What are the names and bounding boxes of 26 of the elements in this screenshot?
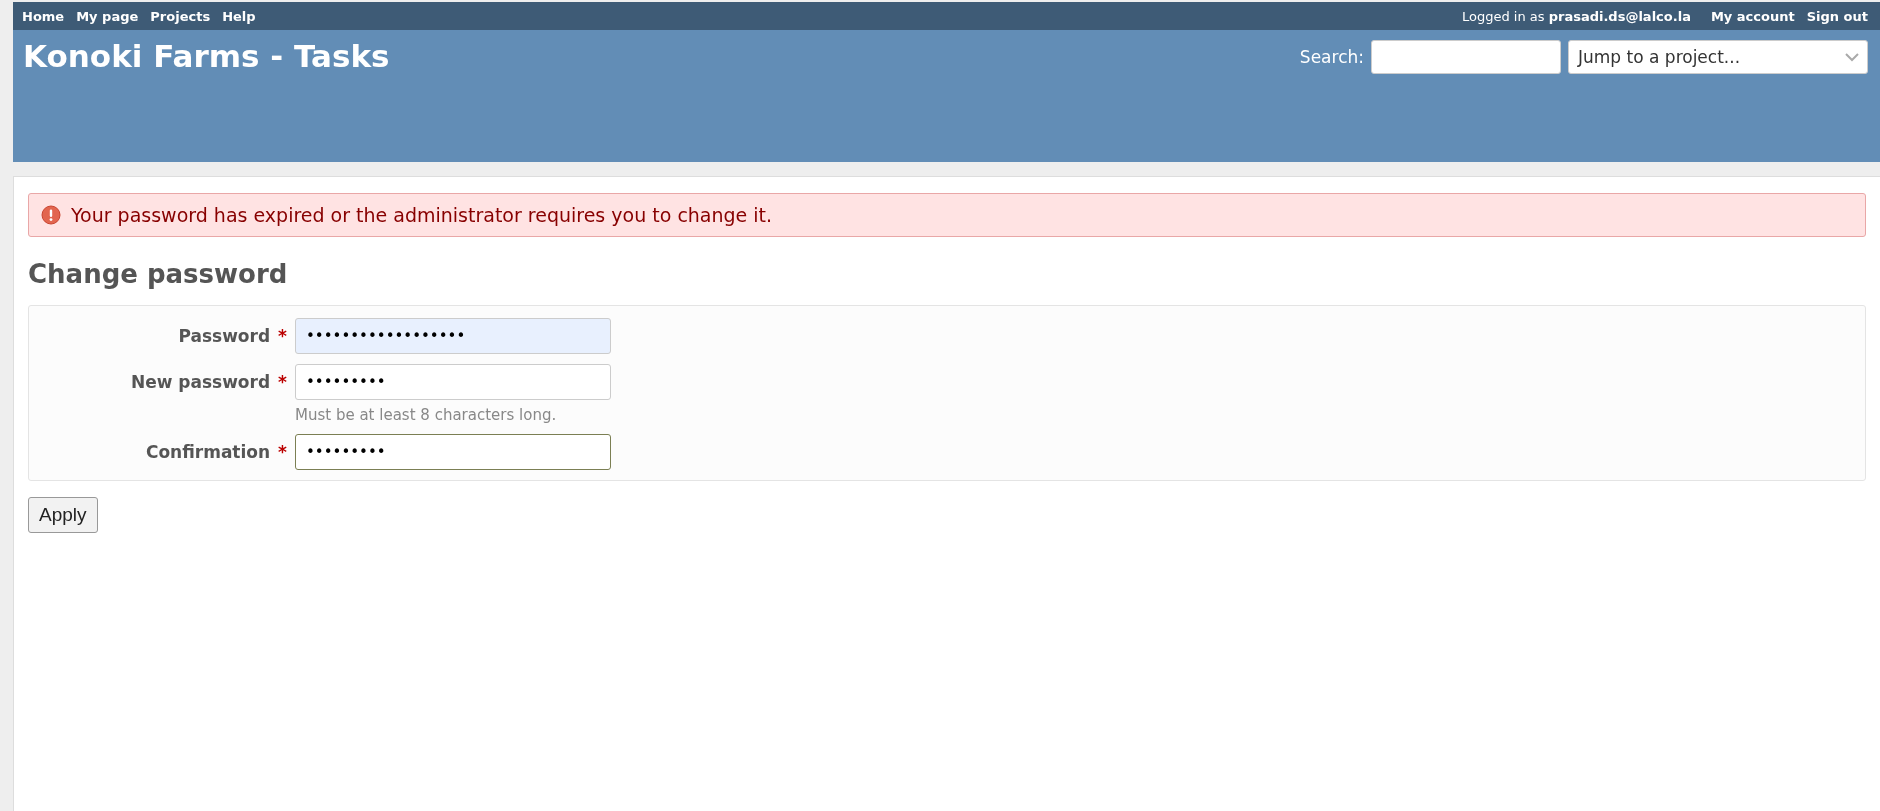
password-field[interactable]: •••••••••••••••••• [295,318,611,354]
page-heading: Change password [28,259,289,289]
menu-link[interactable]: Home [22,8,65,24]
search-field[interactable] [1371,40,1561,74]
password-field[interactable]: ••••••••• [295,434,611,470]
required-mark: * [278,326,287,346]
error-text: Your password has expired or the administrator requires you to change it. [71,204,773,226]
field-hint: Must be at least 8 characters long. [295,406,558,424]
logged-in-text: Logged in as prasadi.ds@lalco.la [1461,8,1691,24]
search-label: Search: [1299,47,1364,67]
project-jump-select[interactable]: Jump to a project... [1568,40,1868,74]
password-field[interactable]: ••••••••• [295,364,611,400]
field-label: New password [130,372,271,392]
required-mark: * [278,372,287,392]
required-mark: * [278,442,287,462]
chevron-down-icon [1845,52,1859,62]
menu-link[interactable]: My page [76,8,139,24]
site-title: Konoki Farms - Tasks [23,38,390,74]
apply-button[interactable]: Apply [28,497,98,533]
account-link[interactable]: My account [1710,8,1795,24]
field-label: Password [178,326,271,346]
error-icon [41,205,61,225]
field-label: Confirmation [145,442,271,462]
menu-link[interactable]: Help [222,8,256,24]
account-link[interactable]: Sign out [1806,8,1868,24]
menu-link[interactable]: Projects [150,8,211,24]
